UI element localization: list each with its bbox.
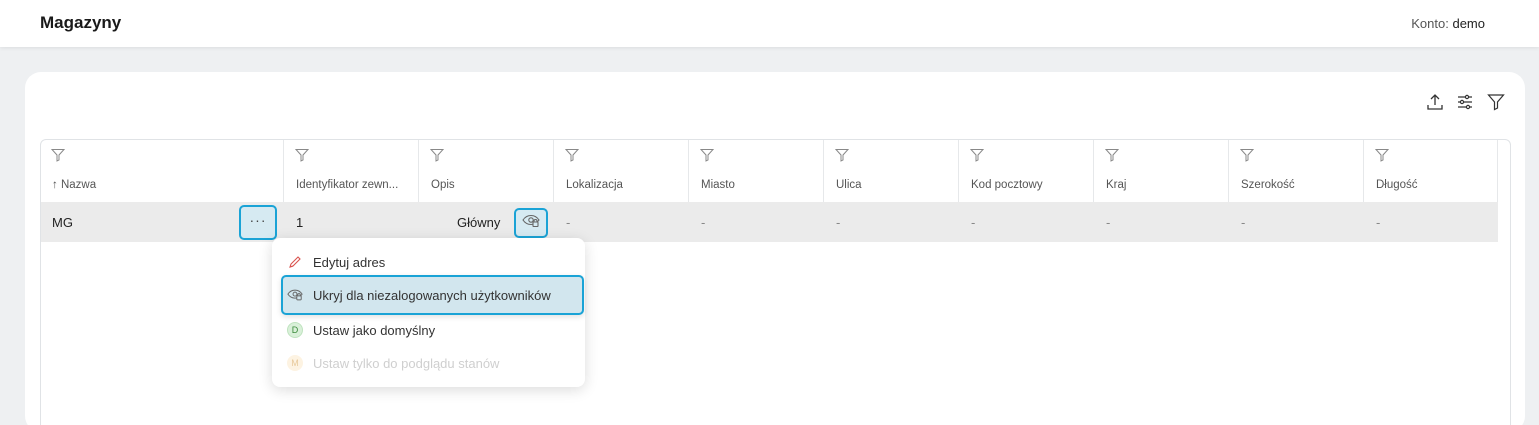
menu-item-label: Edytuj adres <box>313 254 386 270</box>
column-separator <box>688 140 689 202</box>
column-header-lokalizacja[interactable]: Lokalizacja <box>566 179 681 191</box>
column-separator <box>1497 140 1498 202</box>
top-bar: Magazyny Konto: demo <box>0 0 1539 47</box>
column-header-identyfikator[interactable]: Identyfikator zewn... <box>296 179 411 191</box>
column-header-opis[interactable]: Opis <box>431 179 546 191</box>
badge-m-icon: M <box>287 355 303 371</box>
account-info: Konto: demo <box>1411 16 1485 31</box>
column-header-szerokosc[interactable]: Szerokość <box>1241 179 1356 191</box>
column-header-nazwa[interactable]: ↑ Nazwa <box>52 179 277 191</box>
cell-szerokosc: - <box>1241 215 1246 230</box>
column-header-kraj[interactable]: Kraj <box>1106 179 1221 191</box>
menu-item-label: Ukryj dla niezalogowanych użytkowników <box>313 287 551 303</box>
menu-item-edit-address[interactable]: Edytuj adres <box>272 245 585 279</box>
badge-d-icon: D <box>287 322 303 338</box>
account-label: Konto: <box>1411 16 1449 31</box>
row-actions-button[interactable]: ··· <box>239 205 277 240</box>
menu-item-hide-for-guests[interactable]: Ukryj dla niezalogowanych użytkowników <box>281 275 584 315</box>
menu-item-label: Ustaw tylko do podglądu stanów <box>313 355 500 371</box>
column-separator <box>553 140 554 202</box>
column-filter-icon[interactable] <box>564 148 580 162</box>
cell-miasto: - <box>701 215 706 230</box>
hidden-visibility-button[interactable] <box>514 208 548 238</box>
cell-nazwa: MG <box>52 215 73 230</box>
column-filter-icon[interactable] <box>699 148 715 162</box>
column-separator <box>1093 140 1094 202</box>
page-title: Magazyny <box>40 13 122 32</box>
pencil-icon <box>287 254 303 270</box>
filter-icon[interactable] <box>1486 92 1506 112</box>
column-separator <box>283 140 284 202</box>
cell-dlugosc: - <box>1376 215 1381 230</box>
menu-item-label: Ustaw jako domyślny <box>313 322 436 338</box>
cell-identyfikator: 1 <box>296 215 304 230</box>
column-separator <box>418 140 419 202</box>
column-filter-icon[interactable] <box>294 148 310 162</box>
upload-icon[interactable] <box>1425 92 1445 112</box>
menu-item-set-preview-only[interactable]: M Ustaw tylko do podglądu stanów <box>272 346 585 380</box>
settings-sliders-icon[interactable] <box>1455 92 1475 112</box>
column-separator <box>823 140 824 202</box>
column-header-miasto[interactable]: Miasto <box>701 179 816 191</box>
eye-off-icon <box>522 214 540 233</box>
column-header-kod-pocztowy[interactable]: Kod pocztowy <box>971 179 1086 191</box>
cell-lokalizacja: - <box>566 215 571 230</box>
eye-off-icon <box>287 287 303 303</box>
account-value: demo <box>1452 16 1485 31</box>
column-separator <box>1228 140 1229 202</box>
menu-item-set-default[interactable]: D Ustaw jako domyślny <box>272 313 585 347</box>
column-separator <box>1363 140 1364 202</box>
more-dots-icon: ··· <box>249 211 267 228</box>
cell-kraj: - <box>1106 215 1111 230</box>
column-separator <box>958 140 959 202</box>
column-filter-icon[interactable] <box>1104 148 1120 162</box>
column-filter-icon[interactable] <box>969 148 985 162</box>
column-filter-icon[interactable] <box>50 148 66 162</box>
column-filter-icon[interactable] <box>834 148 850 162</box>
cell-kod-pocztowy: - <box>971 215 976 230</box>
column-filter-icon[interactable] <box>1374 148 1390 162</box>
column-filter-icon[interactable] <box>1239 148 1255 162</box>
column-header-ulica[interactable]: Ulica <box>836 179 951 191</box>
column-header-dlugosc[interactable]: Długość <box>1376 179 1491 191</box>
cell-ulica: - <box>836 215 841 230</box>
column-filter-icon[interactable] <box>429 148 445 162</box>
cell-opis: Główny <box>457 215 501 230</box>
